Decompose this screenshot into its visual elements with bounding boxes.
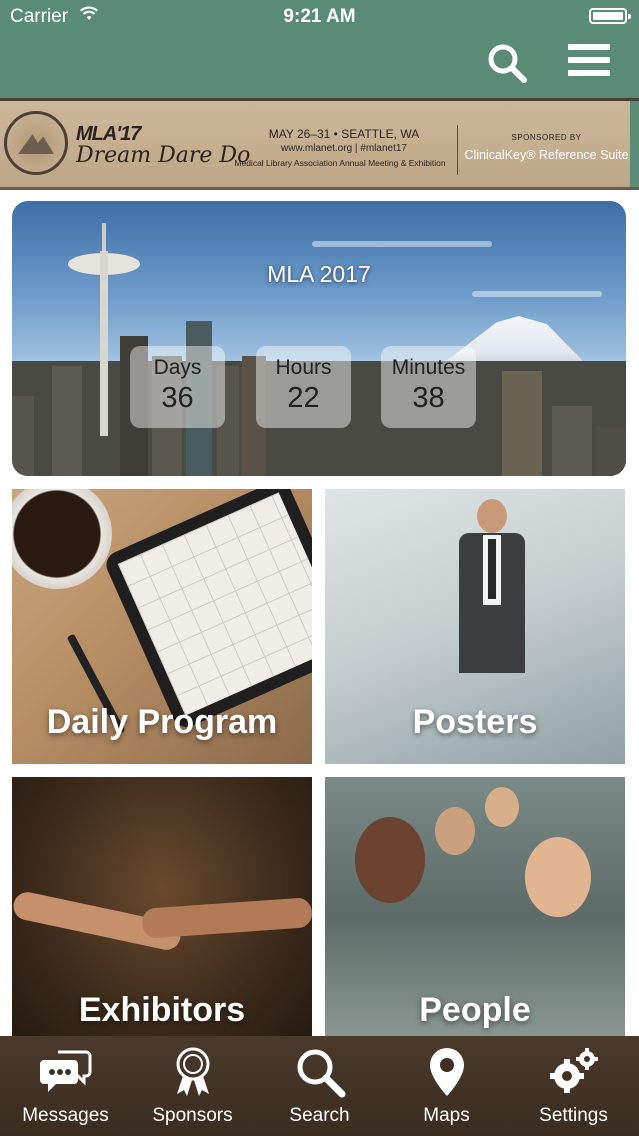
countdown-hours-label: Hours [275, 356, 332, 379]
tile-exhibitors-label: Exhibitors [78, 991, 246, 1029]
map-pin-icon [430, 1048, 464, 1096]
countdown-hours: Hours 22 [256, 346, 351, 428]
person-face [355, 817, 425, 903]
tab-maps-label: Maps [423, 1105, 470, 1126]
search-icon [297, 1049, 346, 1098]
bottom-tab-bar: Messages Sponsors Search Maps Settings [0, 1036, 639, 1136]
sponsor-banner[interactable]: MLA'17 Dream Dare Do MAY 26–31 • SEATTLE… [0, 98, 639, 190]
tile-posters[interactable]: Posters [325, 489, 625, 764]
chat-bubbles-icon [40, 1050, 92, 1092]
banner-meeting-name: Medical Library Association Annual Meeti… [234, 158, 446, 168]
tab-settings-label: Settings [539, 1105, 608, 1126]
banner-divider [457, 125, 458, 175]
tile-people-label: People [419, 991, 531, 1029]
gears-icon [550, 1048, 598, 1093]
tab-sponsors-label: Sponsors [152, 1105, 233, 1126]
presenter-image [455, 499, 525, 679]
handshake-image [12, 889, 312, 953]
countdown-title: MLA 2017 [267, 261, 371, 287]
cloud [472, 291, 602, 297]
banner-sponsor-name: ClinicalKey® Reference Suite [464, 148, 629, 162]
person-face [485, 787, 519, 827]
banner-date-location: MAY 26–31 • SEATTLE, WA [268, 127, 420, 141]
coffee-cup-image [12, 489, 112, 589]
banner-sponsored-by: SPONSORED BY [511, 133, 582, 142]
app-header: Carrier 9:21 AM [0, 0, 639, 100]
award-ribbon-icon [176, 1047, 210, 1096]
tile-exhibitors[interactable]: Exhibitors [12, 777, 312, 1052]
tab-messages-label: Messages [22, 1105, 109, 1126]
tile-daily-program-label: Daily Program [46, 703, 278, 741]
countdown-minutes: Minutes 38 [381, 346, 476, 428]
battery-icon [589, 8, 631, 24]
tab-search-label: Search [289, 1105, 350, 1126]
tile-posters-label: Posters [412, 703, 538, 741]
person-face [525, 837, 591, 917]
tile-people[interactable]: People [325, 777, 625, 1052]
cloud [312, 241, 492, 247]
countdown-days-label: Days [153, 356, 202, 379]
clock: 9:21 AM [283, 6, 356, 27]
banner-tagline: Dream Dare Do [76, 143, 251, 168]
tile-daily-program[interactable]: Daily Program [12, 489, 312, 764]
tab-sponsors[interactable]: Sponsors [129, 1036, 256, 1136]
countdown-hours-value: 22 [287, 382, 320, 414]
search-icon[interactable] [486, 42, 528, 84]
tablet-calendar-image [102, 489, 312, 732]
tab-settings[interactable]: Settings [510, 1036, 637, 1136]
conference-seal-icon [4, 111, 68, 175]
status-bar: Carrier 9:21 AM [0, 0, 639, 34]
countdown-days-value: 36 [161, 382, 194, 414]
tab-maps[interactable]: Maps [383, 1036, 510, 1136]
hamburger-menu-icon[interactable] [568, 44, 610, 84]
countdown-days: Days 36 [130, 346, 225, 428]
tab-messages[interactable]: Messages [2, 1036, 129, 1136]
banner-url: www.mlanet.org | #mlanet17 [281, 143, 407, 154]
countdown-minutes-value: 38 [412, 382, 445, 414]
countdown-minutes-label: Minutes [391, 356, 466, 379]
tab-search[interactable]: Search [256, 1036, 383, 1136]
person-face [435, 807, 475, 855]
countdown-hero[interactable]: MLA 2017 Days 36 Hours 22 Minutes 38 [12, 201, 626, 476]
